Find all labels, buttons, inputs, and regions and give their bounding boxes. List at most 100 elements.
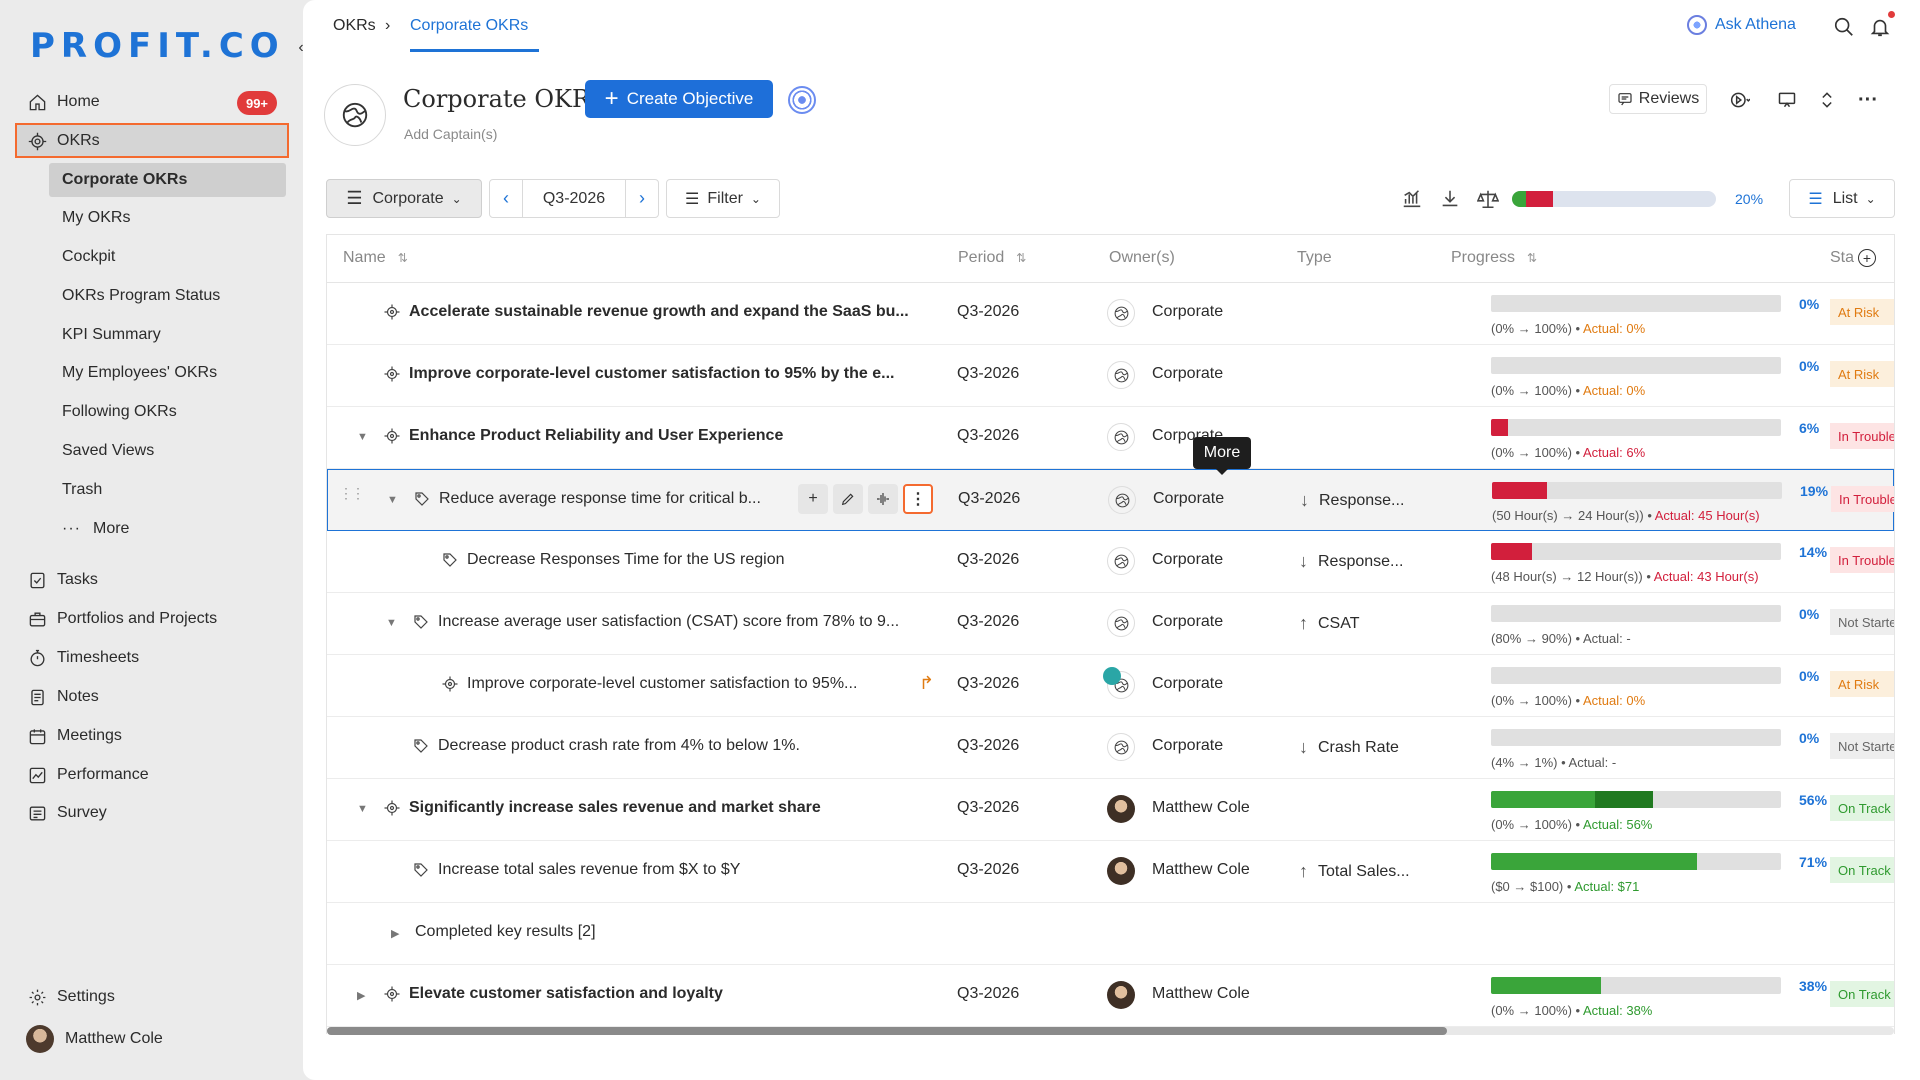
- table-row[interactable]: Accelerate sustainable revenue growth an…: [327, 283, 1894, 345]
- search-icon[interactable]: [1833, 16, 1855, 38]
- more-vertical-icon[interactable]: ⋮: [903, 484, 933, 514]
- owner-name[interactable]: Corporate: [1152, 303, 1223, 321]
- scope-dropdown[interactable]: ☰ Corporate ⌄: [326, 179, 482, 218]
- sidebar-subitem-corporate-okrs[interactable]: Corporate OKRs: [62, 165, 187, 195]
- status-badge[interactable]: On Track: [1830, 981, 1894, 1007]
- add-captain-link[interactable]: Add Captain(s): [404, 126, 497, 142]
- chart-icon[interactable]: [1401, 188, 1423, 210]
- sidebar-subitem-my-employees-okrs[interactable]: My Employees' OKRs: [62, 358, 217, 388]
- sidebar-subitem-more[interactable]: ··· More: [62, 514, 129, 544]
- drag-handle-icon[interactable]: ⋮⋮: [339, 486, 365, 500]
- status-badge[interactable]: Not Started: [1830, 609, 1894, 635]
- okr-name[interactable]: Increase average user satisfaction (CSAT…: [438, 613, 899, 631]
- column-header-status[interactable]: Sta +: [1830, 249, 1877, 267]
- column-header-period[interactable]: Period ⇅: [958, 249, 1026, 267]
- balance-scale-icon[interactable]: [1476, 188, 1500, 210]
- sidebar-item-tasks[interactable]: Tasks: [26, 563, 98, 597]
- sort-icon[interactable]: ⇅: [398, 252, 408, 264]
- filter-button[interactable]: ☰ Filter ⌄: [666, 179, 780, 218]
- sidebar-subitem-cockpit[interactable]: Cockpit: [62, 242, 115, 272]
- chevron-down-icon[interactable]: ▼: [357, 431, 368, 443]
- linked-arrow-icon[interactable]: ↱: [919, 673, 934, 694]
- column-header-progress[interactable]: Progress ⇅: [1451, 249, 1537, 267]
- status-badge[interactable]: At Risk: [1830, 361, 1894, 387]
- okr-name[interactable]: Decrease product crash rate from 4% to b…: [438, 737, 800, 755]
- status-badge[interactable]: In Trouble: [1831, 486, 1894, 512]
- bell-icon[interactable]: [1869, 16, 1891, 38]
- status-badge[interactable]: At Risk: [1830, 671, 1894, 697]
- sidebar-item-survey[interactable]: Survey: [26, 796, 107, 830]
- download-icon[interactable]: [1439, 188, 1461, 210]
- sidebar-item-timesheets[interactable]: Timesheets: [26, 641, 139, 675]
- add-column-icon[interactable]: +: [1858, 249, 1877, 267]
- sidebar-item-notes[interactable]: Notes: [26, 680, 99, 714]
- sidebar-item-portfolios[interactable]: Portfolios and Projects: [26, 602, 217, 636]
- status-badge[interactable]: At Risk: [1830, 299, 1894, 325]
- owner-name[interactable]: Corporate: [1152, 675, 1223, 693]
- table-row[interactable]: ⋮⋮ ▼ Reduce average response time for crit…: [327, 469, 1894, 531]
- okr-name[interactable]: Accelerate sustainable revenue growth an…: [409, 303, 909, 321]
- table-row[interactable]: Decrease product crash rate from 4% to b…: [327, 717, 1894, 779]
- sidebar-item-settings[interactable]: Settings: [26, 980, 115, 1014]
- sidebar-subitem-saved-views[interactable]: Saved Views: [62, 436, 154, 466]
- next-period-icon[interactable]: ›: [626, 180, 658, 217]
- check-in-icon[interactable]: [868, 484, 898, 514]
- column-header-owners[interactable]: Owner(s): [1109, 249, 1175, 267]
- more-options-icon[interactable]: ···: [1856, 88, 1880, 112]
- view-dropdown[interactable]: ☰ List ⌄: [1789, 179, 1895, 218]
- okr-name[interactable]: Reduce average response time for critica…: [439, 490, 761, 508]
- play-icon[interactable]: [1723, 88, 1757, 112]
- table-row[interactable]: ▼ Increase average user satisfaction (CSA…: [327, 593, 1894, 655]
- completed-key-results-label[interactable]: Completed key results [2]: [415, 923, 596, 941]
- chevron-down-icon[interactable]: ▼: [387, 494, 398, 506]
- status-badge[interactable]: Not Started: [1830, 733, 1894, 759]
- breadcrumb-okrs[interactable]: OKRs: [333, 17, 376, 35]
- ask-athena-button[interactable]: Ask Athena: [1687, 15, 1796, 35]
- create-objective-button[interactable]: + Create Objective: [585, 80, 773, 118]
- expand-collapse-icon[interactable]: [1815, 88, 1839, 112]
- sidebar-subitem-my-okrs[interactable]: My OKRs: [62, 203, 130, 233]
- sidebar-item-home[interactable]: Home: [26, 85, 100, 119]
- sort-icon[interactable]: ⇅: [1527, 252, 1537, 264]
- table-row[interactable]: Decrease Responses Time for the US regio…: [327, 531, 1894, 593]
- owner-name[interactable]: Matthew Cole: [1152, 799, 1250, 817]
- table-row[interactable]: Improve corporate-level customer satisfa…: [327, 345, 1894, 407]
- sidebar-item-meetings[interactable]: Meetings: [26, 719, 122, 753]
- owner-name[interactable]: Matthew Cole: [1152, 861, 1250, 879]
- column-header-type[interactable]: Type: [1297, 249, 1332, 267]
- owner-name[interactable]: Corporate: [1153, 490, 1224, 508]
- sort-icon[interactable]: ⇅: [1016, 252, 1026, 264]
- okr-name[interactable]: Decrease Responses Time for the US regio…: [467, 551, 784, 569]
- prev-period-icon[interactable]: ‹: [490, 180, 522, 217]
- edit-pencil-icon[interactable]: [833, 484, 863, 514]
- owner-name[interactable]: Corporate: [1152, 551, 1223, 569]
- profit-co-logo[interactable]: PROFIT.CO: [30, 26, 285, 66]
- sidebar-subitem-trash[interactable]: Trash: [62, 475, 102, 505]
- sidebar-item-okrs[interactable]: OKRs: [26, 124, 100, 158]
- owner-name[interactable]: Matthew Cole: [1152, 985, 1250, 1003]
- owner-name[interactable]: Corporate: [1152, 737, 1223, 755]
- chevron-right-icon[interactable]: ▶: [357, 989, 365, 1002]
- sidebar-subitem-following-okrs[interactable]: Following OKRs: [62, 397, 177, 427]
- target-icon[interactable]: [788, 86, 816, 114]
- column-header-name[interactable]: Name ⇅: [343, 249, 408, 267]
- okr-name[interactable]: Increase total sales revenue from $X to …: [438, 861, 740, 879]
- owner-name[interactable]: Corporate: [1152, 365, 1223, 383]
- okr-name[interactable]: Elevate customer satisfaction and loyalt…: [409, 985, 723, 1003]
- okr-name[interactable]: Enhance Product Reliability and User Exp…: [409, 427, 783, 445]
- table-row[interactable]: ▶ Elevate customer satisfaction and loyal…: [327, 965, 1894, 1027]
- owner-name[interactable]: Corporate: [1152, 613, 1223, 631]
- chevron-down-icon[interactable]: ▼: [386, 617, 397, 629]
- status-badge[interactable]: On Track: [1830, 857, 1894, 883]
- table-row[interactable]: ▼ Significantly increase sales revenue an…: [327, 779, 1894, 841]
- table-row[interactable]: Improve corporate-level customer satisfa…: [327, 655, 1894, 717]
- scrollbar-thumb[interactable]: [327, 1027, 1447, 1035]
- sidebar-item-performance[interactable]: Performance: [26, 758, 149, 792]
- chevron-right-icon[interactable]: ▶: [391, 927, 399, 940]
- status-badge[interactable]: On Track: [1830, 795, 1894, 821]
- okr-name[interactable]: Improve corporate-level customer satisfa…: [467, 675, 857, 693]
- table-row[interactable]: Increase total sales revenue from $X to …: [327, 841, 1894, 903]
- table-row[interactable]: ▼ Enhance Product Reliability and User Ex…: [327, 407, 1894, 469]
- breadcrumb-corporate-okrs[interactable]: Corporate OKRs: [410, 17, 528, 35]
- reviews-button[interactable]: Reviews: [1609, 84, 1707, 114]
